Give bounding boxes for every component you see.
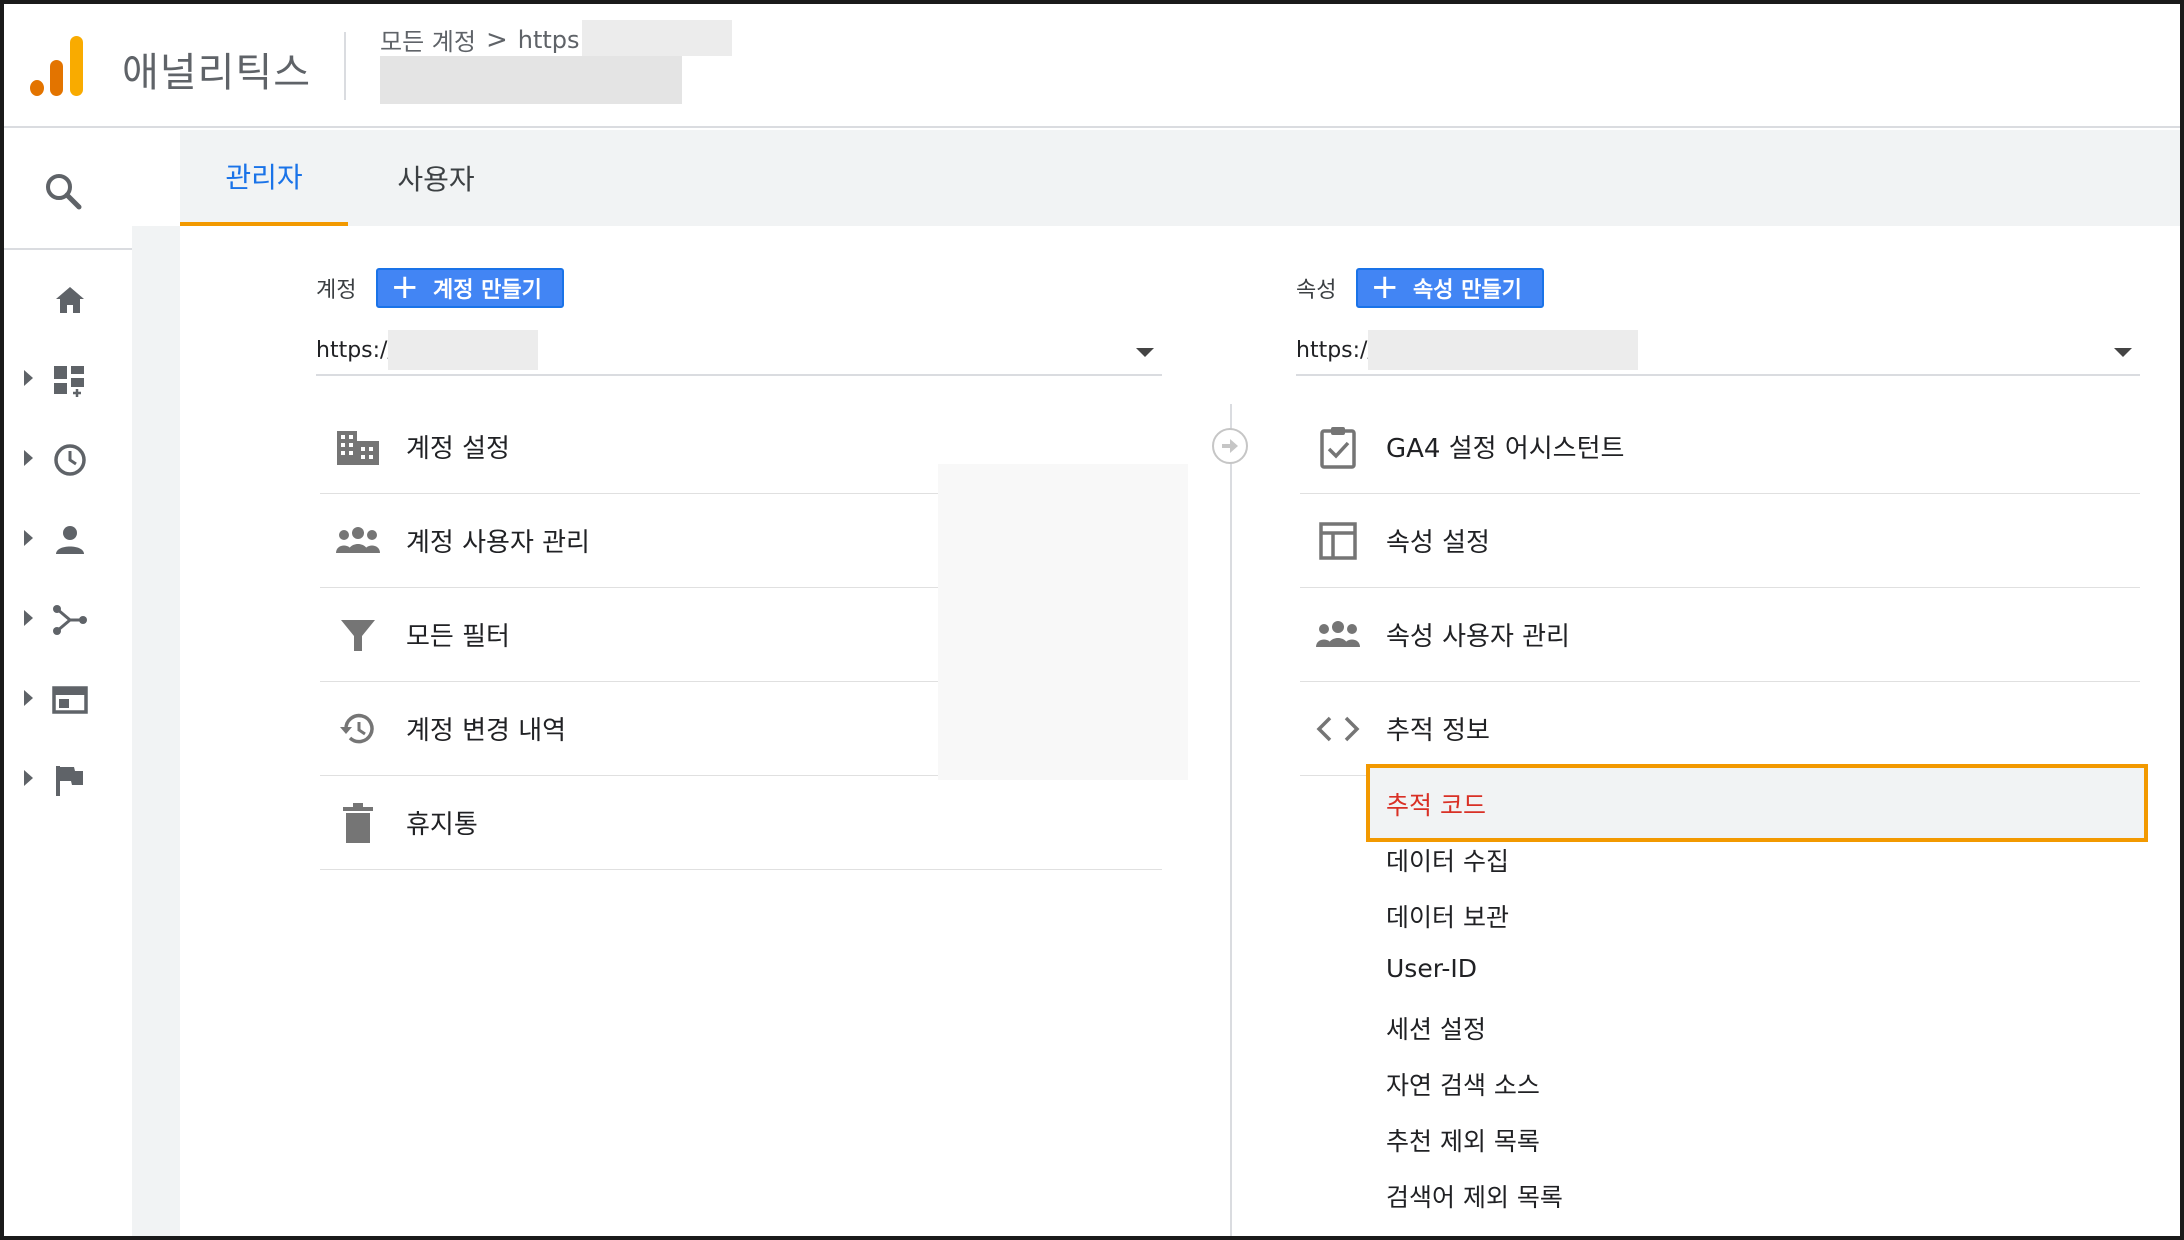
menu-label: 속성 설정 xyxy=(1386,528,1490,558)
expand-caret-icon[interactable] xyxy=(24,610,33,626)
chevron-right-icon: > xyxy=(485,24,508,55)
redacted-view-name[interactable] xyxy=(380,56,682,104)
redacted-account-url xyxy=(582,20,732,56)
submenu-search-term-exclusion-list[interactable]: 검색어 제외 목록 xyxy=(1386,1178,1563,1214)
menu-tracking-info[interactable]: 추적 정보 xyxy=(1300,682,2140,776)
menu-trash[interactable]: 휴지통 xyxy=(320,776,1162,870)
filter-icon xyxy=(330,610,386,660)
header-divider xyxy=(344,32,346,100)
expand-caret-icon[interactable] xyxy=(24,450,33,466)
redacted-area xyxy=(938,464,1188,780)
menu-label: 속성 사용자 관리 xyxy=(1386,622,1570,652)
flag-icon xyxy=(50,760,90,800)
dropdown-arrow-icon[interactable] xyxy=(1136,348,1154,357)
redacted-property-name xyxy=(1368,330,1638,370)
layout-icon xyxy=(1310,516,1366,566)
submenu-tracking-code[interactable]: 추적 코드 xyxy=(1386,786,1486,822)
create-property-button[interactable]: + 속성 만들기 xyxy=(1356,266,1544,308)
dashboard-add-icon xyxy=(50,360,90,400)
redacted-account-name xyxy=(388,330,538,370)
create-property-label: 속성 만들기 xyxy=(1412,278,1522,303)
people-icon xyxy=(1310,610,1366,660)
menu-ga4-setup-assistant[interactable]: GA4 설정 어시스턴트 xyxy=(1300,400,2140,494)
submenu-data-collection[interactable]: 데이터 수집 xyxy=(1386,842,1509,878)
property-column-header: 속성 + 속성 만들기 xyxy=(1296,268,1544,308)
building-icon xyxy=(330,422,386,472)
menu-label: 모든 필터 xyxy=(406,622,510,652)
plus-icon: + xyxy=(390,266,419,307)
nav-audience[interactable] xyxy=(4,510,124,570)
menu-label: 계정 사용자 관리 xyxy=(406,528,590,558)
submenu-organic-search-sources[interactable]: 자연 검색 소스 xyxy=(1386,1066,1540,1102)
tab-user[interactable]: 사용자 xyxy=(348,130,524,226)
property-label: 속성 xyxy=(1296,278,1337,303)
property-selector[interactable]: https:// xyxy=(1296,330,2140,376)
create-account-label: 계정 만들기 xyxy=(432,278,542,303)
nav-home[interactable] xyxy=(4,270,124,330)
expand-caret-icon[interactable] xyxy=(24,690,33,706)
expand-caret-icon[interactable] xyxy=(24,770,33,786)
expand-caret-icon[interactable] xyxy=(24,530,33,546)
submenu-referral-exclusion-list[interactable]: 추천 제외 목록 xyxy=(1386,1122,1540,1158)
browser-window-icon xyxy=(50,680,90,720)
app-title: 애널리틱스 xyxy=(122,50,311,96)
admin-tab-bar: 관리자 사용자 xyxy=(180,130,2180,226)
nav-customization[interactable] xyxy=(4,350,124,410)
dropdown-arrow-icon[interactable] xyxy=(2114,348,2132,357)
menu-label: 휴지통 xyxy=(406,810,478,840)
nav-conversions[interactable] xyxy=(4,750,124,810)
trash-icon xyxy=(330,798,386,848)
top-bar: 애널리틱스 모든 계정 > https:// xyxy=(4,4,2180,128)
menu-label: 계정 설정 xyxy=(406,434,510,464)
breadcrumb-all-accounts[interactable]: 모든 계정 xyxy=(380,22,476,57)
menu-label: 계정 변경 내역 xyxy=(406,716,567,746)
property-menu: GA4 설정 어시스턴트 속성 설정 속성 사용자 관리 추적 정보 xyxy=(1300,400,2140,776)
nav-acquisition[interactable] xyxy=(4,590,124,650)
account-column-header: 계정 + 계정 만들기 xyxy=(316,268,564,308)
search-icon[interactable] xyxy=(40,168,88,216)
rail-divider xyxy=(4,248,132,250)
submenu-data-retention[interactable]: 데이터 보관 xyxy=(1386,898,1509,934)
acquisition-branch-icon xyxy=(50,600,90,640)
account-label: 계정 xyxy=(316,278,357,303)
content-gutter xyxy=(132,226,180,1236)
breadcrumb[interactable]: 모든 계정 > https:// xyxy=(380,22,604,57)
menu-label: GA4 설정 어시스턴트 xyxy=(1386,434,1625,464)
nav-realtime[interactable] xyxy=(4,430,124,490)
menu-label: 추적 정보 xyxy=(1386,716,1490,746)
clipboard-check-icon xyxy=(1310,422,1366,472)
nav-behavior[interactable] xyxy=(4,670,124,730)
analytics-logo-icon[interactable] xyxy=(30,36,86,96)
submenu-user-id[interactable]: User-ID xyxy=(1386,954,1477,983)
person-icon xyxy=(50,520,90,560)
tab-admin[interactable]: 관리자 xyxy=(180,130,348,226)
create-account-button[interactable]: + 계정 만들기 xyxy=(376,266,564,308)
account-selector[interactable]: https:// xyxy=(316,330,1162,376)
history-icon xyxy=(330,704,386,754)
menu-property-user-management[interactable]: 속성 사용자 관리 xyxy=(1300,588,2140,682)
people-icon xyxy=(330,516,386,566)
code-icon xyxy=(1310,704,1366,754)
menu-property-settings[interactable]: 속성 설정 xyxy=(1300,494,2140,588)
account-selector-value: https:// xyxy=(316,338,395,363)
property-selector-value: https:// xyxy=(1296,338,1375,363)
arrow-right-icon xyxy=(1212,428,1248,464)
plus-icon: + xyxy=(1370,266,1399,307)
expand-caret-icon[interactable] xyxy=(24,370,33,386)
home-icon xyxy=(50,280,90,320)
column-divider xyxy=(1230,404,1232,1236)
submenu-session-settings[interactable]: 세션 설정 xyxy=(1386,1010,1486,1046)
clock-icon xyxy=(50,440,90,480)
analytics-admin-window: 애널리틱스 모든 계정 > https:// 관리자 사용자 계정 + 계정 만… xyxy=(0,0,2184,1240)
